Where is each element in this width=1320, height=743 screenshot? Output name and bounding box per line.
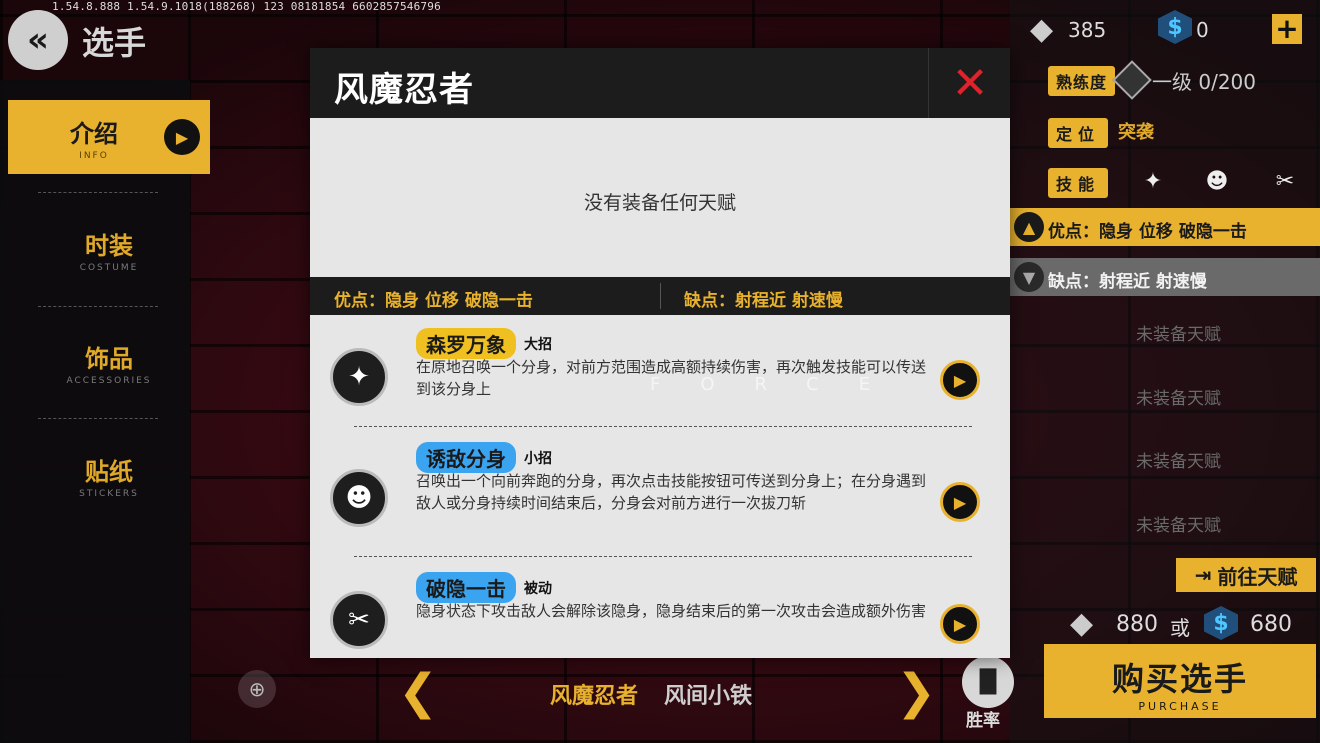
divider bbox=[660, 283, 661, 309]
twin-figure-icon: ☻ bbox=[330, 469, 388, 527]
purchase-label: 购买选手 bbox=[1111, 660, 1248, 698]
divider bbox=[354, 426, 972, 427]
skill-type: 小招 bbox=[524, 450, 552, 467]
nav-item-sublabel: ACCESSORIES bbox=[66, 376, 152, 386]
skill-title-row: 破隐一击 被动 bbox=[416, 572, 552, 603]
nav-item-label: 时装 bbox=[85, 232, 133, 260]
thumbs-down-icon: ▼ bbox=[1014, 262, 1044, 292]
next-character-arrow-icon[interactable]: ❯ bbox=[896, 664, 936, 720]
goto-talent-label: 前往天赋 bbox=[1217, 564, 1298, 589]
skill-title-row: 森罗万象 大招 bbox=[416, 328, 552, 359]
next-character-name[interactable]: 风间小铁 bbox=[664, 678, 752, 710]
nav-item-label: 贴纸 bbox=[85, 458, 133, 486]
skill-name: 森罗万象 bbox=[416, 328, 516, 359]
skill-name: 破隐一击 bbox=[416, 572, 516, 603]
shuriken-icon[interactable]: ✦ bbox=[1132, 160, 1174, 202]
zoom-in-icon[interactable]: ⊕ bbox=[238, 670, 276, 708]
nav-item-label: 饰品 bbox=[85, 345, 133, 373]
purchase-sublabel: PURCHASE bbox=[1138, 700, 1222, 713]
close-button[interactable]: ✕ bbox=[928, 48, 1011, 118]
double-chevron-left-icon: « bbox=[27, 20, 49, 60]
skill-description: 召唤出一个向前奔跑的分身，再次点击技能按钮可传送到分身上；在分身遇到敌人或分身持… bbox=[416, 472, 927, 512]
modal-cons: 缺点：射程近 射速慢 bbox=[684, 291, 843, 311]
add-currency-button[interactable]: + bbox=[1272, 14, 1302, 44]
coin-count: 0 bbox=[1196, 18, 1209, 42]
modal-header: 风魔忍者 ✕ bbox=[310, 48, 1010, 118]
divider bbox=[354, 556, 972, 557]
close-icon: ✕ bbox=[951, 57, 989, 109]
current-character-name: 风魔忍者 bbox=[550, 684, 639, 709]
skill-type: 大招 bbox=[524, 336, 552, 353]
diamond-icon: ◆ bbox=[1070, 606, 1094, 641]
blades-icon[interactable]: ✂ bbox=[1264, 160, 1306, 202]
nav-divider bbox=[38, 418, 158, 419]
force-watermark: FORCE bbox=[650, 374, 911, 395]
nav-item-accessories[interactable]: 饰品 ACCESSORIES bbox=[8, 325, 210, 399]
nav-item-info[interactable]: 介绍 INFO ▶ bbox=[8, 100, 210, 174]
no-talent-text: 没有装备任何天赋 bbox=[583, 192, 736, 214]
talent-slot[interactable]: 未装备天赋 bbox=[1136, 384, 1221, 409]
nav-item-stickers[interactable]: 贴纸 STICKERS bbox=[8, 438, 210, 512]
talent-slot[interactable]: 未装备天赋 bbox=[1136, 511, 1221, 536]
shuriken-icon: ✦ bbox=[330, 348, 388, 406]
thumbs-up-icon: ▲ bbox=[1014, 212, 1044, 242]
coin-price: 680 bbox=[1250, 612, 1292, 637]
diamond-count: 385 bbox=[1068, 18, 1107, 42]
build-info: 1.54.8.888 1.54.9.1018(188268) 123 08181… bbox=[52, 0, 441, 13]
nav-divider bbox=[38, 306, 158, 307]
nav-item-costume[interactable]: 时装 COSTUME bbox=[8, 212, 210, 286]
prev-character-arrow-icon[interactable]: ❮ bbox=[398, 664, 438, 720]
skill-description: 隐身状态下攻击敌人会解除该隐身，隐身结束后的第一次攻击会造成额外伤害 bbox=[416, 602, 927, 620]
role-value: 突袭 bbox=[1118, 122, 1154, 143]
back-button[interactable]: « bbox=[8, 10, 68, 70]
modal-pros: 优点：隐身 位移 破隐一击 bbox=[334, 291, 533, 311]
nav-item-sublabel: COSTUME bbox=[79, 263, 139, 273]
skill-title-row: 诱敌分身 小招 bbox=[416, 442, 552, 473]
page-title: 选手 bbox=[82, 24, 147, 62]
talent-slot[interactable]: 未装备天赋 bbox=[1136, 447, 1221, 472]
cons-text: 缺点：射程近 射速慢 bbox=[1048, 272, 1207, 292]
diamond-price: 880 bbox=[1116, 612, 1158, 637]
modal-title: 风魔忍者 bbox=[334, 70, 474, 110]
skill-detail-modal: 风魔忍者 ✕ 没有装备任何天赋 优点：隐身 位移 破隐一击 缺点：射程近 射速慢… bbox=[310, 48, 1010, 658]
modal-pros-cons-bar: 优点：隐身 位移 破隐一击 缺点：射程近 射速慢 bbox=[310, 277, 1010, 315]
purchase-button[interactable]: 购买选手 PURCHASE bbox=[1044, 644, 1316, 718]
talent-slot[interactable]: 未装备天赋 bbox=[1136, 320, 1221, 345]
bar-chart-icon[interactable]: ▐▌ bbox=[962, 656, 1014, 708]
proficiency-value: 一级 0/200 bbox=[1152, 70, 1256, 94]
nav-divider bbox=[38, 192, 158, 193]
skill-type: 被动 bbox=[524, 580, 552, 597]
play-video-button[interactable]: ▶ bbox=[940, 604, 980, 644]
role-label: 定位 bbox=[1048, 118, 1109, 148]
play-icon[interactable]: ▶ bbox=[164, 119, 200, 155]
winrate-label: 胜率 bbox=[966, 711, 1000, 731]
blades-icon: ✂ bbox=[330, 591, 388, 649]
pros-text: 优点：隐身 位移 破隐一击 bbox=[1048, 222, 1247, 242]
skill-label: 技能 bbox=[1048, 168, 1109, 198]
proficiency-label: 熟练度 bbox=[1048, 66, 1116, 96]
price-or: 或 bbox=[1170, 616, 1190, 640]
skill-name: 诱敌分身 bbox=[416, 442, 516, 473]
twin-figure-icon[interactable]: ☻ bbox=[1196, 160, 1238, 202]
goto-talent-button[interactable]: ⇥ 前往天赋 bbox=[1176, 558, 1316, 592]
play-video-button[interactable]: ▶ bbox=[940, 482, 980, 522]
nav-item-sublabel: STICKERS bbox=[79, 489, 139, 499]
left-nav-panel bbox=[0, 80, 190, 743]
exit-arrow-icon: ⇥ bbox=[1194, 563, 1212, 587]
diamond-icon: ◆ bbox=[1030, 12, 1054, 47]
play-video-button[interactable]: ▶ bbox=[940, 360, 980, 400]
